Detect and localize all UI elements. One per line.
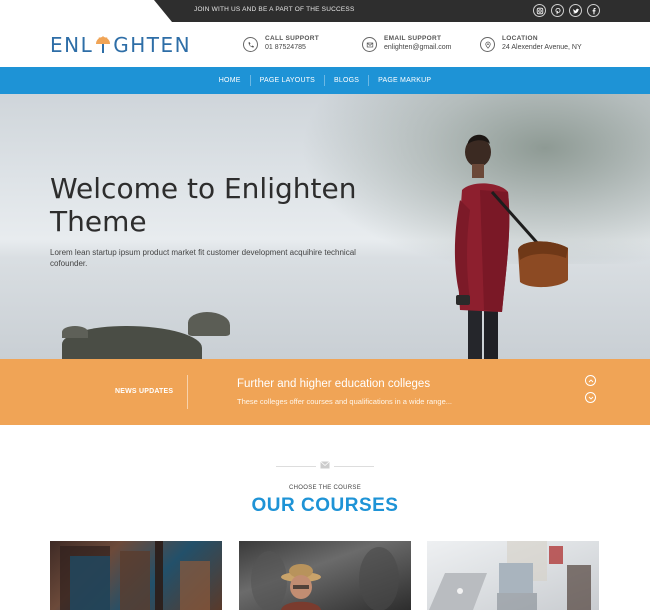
location-title: LOCATION: [502, 35, 538, 42]
course-image-student: [251, 547, 399, 610]
course-card-image[interactable]: [50, 541, 222, 610]
section-divider-left: [276, 466, 316, 467]
main-navigation: HOME PAGE LAYOUTS BLOGS PAGE MARKUP: [0, 67, 650, 94]
nav-page-markup[interactable]: PAGE MARKUP: [368, 75, 440, 86]
section-divider-right: [334, 466, 374, 467]
nav-blogs[interactable]: BLOGS: [324, 75, 368, 86]
mail-icon: [362, 37, 377, 52]
course-card-image[interactable]: [239, 541, 411, 610]
email-support-block: EMAIL SUPPORT enlighten@gmail.com: [362, 35, 451, 52]
logo-text-right: GHTEN: [113, 33, 192, 57]
chevron-down-icon[interactable]: [585, 392, 596, 403]
hero-title-line1: Welcome to Enlighten: [50, 172, 357, 205]
location-pin-icon: [480, 37, 495, 52]
news-description: These colleges offer courses and qualifi…: [237, 397, 452, 406]
location-address: 24 Alexender Avenue, NY: [502, 44, 582, 51]
hero-title-line2: Theme: [50, 205, 147, 238]
call-support-number[interactable]: 01 87524785: [265, 44, 319, 51]
hero-subtitle: Lorem lean startup ipsum product market …: [50, 248, 356, 268]
email-support-title: EMAIL SUPPORT: [384, 35, 442, 42]
hero-banner: Welcome to Enlighten Theme Lorem lean st…: [0, 94, 650, 359]
location-block: LOCATION 24 Alexender Avenue, NY: [480, 35, 582, 52]
call-support-block: CALL SUPPORT 01 87524785: [243, 35, 319, 52]
social-links: [533, 4, 600, 17]
course-image-laptop: [429, 541, 591, 610]
hero-person-image: [454, 134, 568, 359]
logo-text-left: ENL: [50, 33, 94, 57]
pinterest-icon[interactable]: [551, 4, 564, 17]
phone-icon: [243, 37, 258, 52]
site-header: ENL GHTEN CALL SUPPORT 01 87524785 EMAIL…: [0, 22, 650, 67]
site-logo[interactable]: ENL GHTEN: [50, 33, 191, 57]
course-card-image[interactable]: [427, 541, 599, 610]
news-divider: [187, 375, 188, 409]
news-headline[interactable]: Further and higher education colleges: [237, 378, 430, 390]
hero-rock-small: [62, 326, 88, 338]
top-bar-tagline: JOIN WITH US AND BE A PART OF THE SUCCES…: [194, 6, 355, 13]
email-support-address[interactable]: enlighten@gmail.com: [384, 44, 451, 51]
envelope-icon: [320, 461, 330, 469]
call-support-title: CALL SUPPORT: [265, 35, 320, 42]
news-updates-strip: NEWS UPDATES Further and higher educatio…: [0, 359, 650, 425]
nav-page-layouts[interactable]: PAGE LAYOUTS: [249, 75, 324, 86]
facebook-icon[interactable]: [587, 4, 600, 17]
courses-heading: OUR COURSES: [251, 495, 399, 516]
lightbulb-icon: [94, 35, 112, 55]
chevron-up-icon[interactable]: [585, 375, 596, 386]
twitter-icon[interactable]: [569, 4, 582, 17]
nav-home[interactable]: HOME: [210, 75, 250, 86]
hero-rock-distant: [188, 312, 230, 336]
news-updates-label: NEWS UPDATES: [115, 388, 174, 395]
hero-title: Welcome to Enlighten Theme: [50, 172, 356, 238]
top-bar: JOIN WITH US AND BE A PART OF THE SUCCES…: [0, 0, 650, 22]
courses-kicker: CHOOSE THE COURSE: [289, 485, 361, 491]
instagram-icon[interactable]: [533, 4, 546, 17]
course-image-cafe: [60, 541, 210, 610]
